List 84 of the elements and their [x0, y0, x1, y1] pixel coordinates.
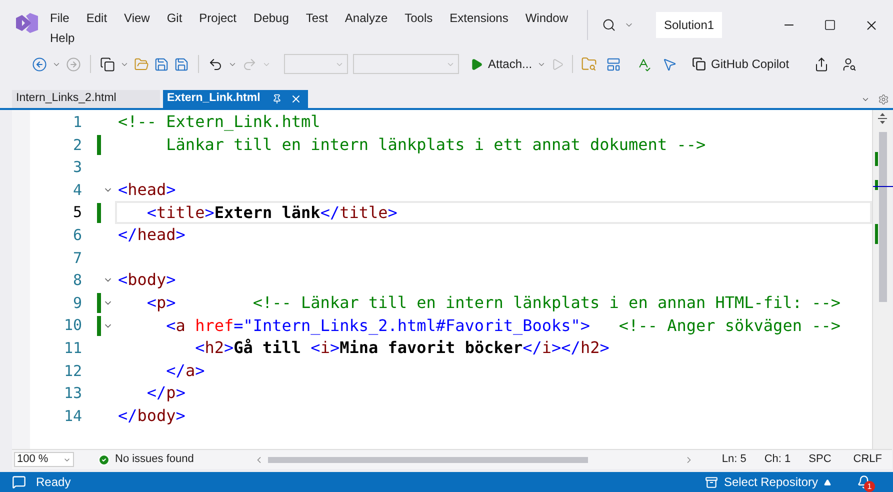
line-number: 14	[62, 406, 82, 427]
status-text: Ready	[36, 474, 71, 491]
whitespace-indicator[interactable]: SPC	[808, 451, 832, 468]
code-line: <!-- Extern_Link.html	[118, 112, 320, 132]
line-number: 12	[62, 360, 82, 382]
change-marker	[875, 180, 878, 190]
check-icon	[98, 454, 110, 466]
menu-item[interactable]: Test	[306, 10, 328, 26]
copilot-button[interactable]: GitHub Copilot	[692, 55, 790, 73]
back-icon[interactable]	[32, 56, 47, 72]
code-line: Länkar till en intern länkplats i ett annat dokument -->	[165, 134, 706, 155]
code-line: <p> <!-- Länkar till en intern länkplats i en annan HTML-fil: -->	[146, 293, 840, 314]
line-number: 13	[62, 383, 82, 404]
code-line: </p>	[146, 383, 186, 404]
zoom-dropdown[interactable]: 100 %	[14, 452, 74, 467]
line-number: 8	[72, 270, 82, 292]
change-marker	[875, 224, 878, 244]
column-indicator: Ch: 1	[764, 452, 791, 468]
new-item-icon[interactable]	[100, 56, 115, 72]
line-number: 3	[72, 157, 82, 178]
code-line: <head>	[118, 180, 176, 200]
menu-item[interactable]: Analyze	[344, 10, 388, 26]
file-tab[interactable]: Intern_Links_2.html	[12, 90, 160, 108]
line-number: 9	[72, 292, 82, 314]
select-repository-button[interactable]: Select Repository	[704, 473, 831, 491]
code-line: <title>Extern länk</title>	[146, 202, 398, 223]
pointer-icon[interactable]	[662, 56, 678, 72]
code-line: <a href="Intern_Links_2.html#Favorit_Books"> <!-- Anger sökvägen -->	[165, 316, 840, 336]
solution-name: Solution1	[656, 12, 722, 38]
undo-icon[interactable]	[208, 56, 223, 72]
vertical-scrollbar[interactable]	[872, 110, 892, 449]
save-all-icon[interactable]	[174, 56, 189, 72]
pin-icon[interactable]	[272, 94, 282, 104]
save-icon[interactable]	[154, 56, 169, 72]
code-line: </head>	[118, 225, 186, 246]
caret-position-marker	[873, 186, 893, 187]
menu-item[interactable]: Edit	[86, 10, 108, 26]
menu-item[interactable]: View	[124, 10, 150, 26]
notification-icon[interactable]	[857, 475, 871, 489]
line-number: 2	[72, 134, 82, 156]
repository-icon	[704, 476, 718, 488]
issues-status[interactable]: No issues found	[115, 451, 194, 468]
app-logo-icon	[14, 11, 40, 35]
caret-icon	[824, 478, 831, 486]
menu-item[interactable]: File	[50, 10, 70, 26]
menu-item[interactable]: Tools	[404, 10, 433, 26]
code-line: <h2>Gå till <i>Mina favorit böcker</i></h2>	[194, 338, 610, 358]
line-ending-indicator[interactable]: CRLF	[853, 451, 882, 468]
menu-item[interactable]: Project	[199, 10, 237, 26]
scroll-thumb[interactable]	[879, 132, 887, 302]
attach-button[interactable]: Attach...	[470, 55, 532, 73]
menu-item[interactable]: Git	[166, 10, 182, 26]
search-icon[interactable]	[602, 18, 616, 32]
line-number: 11	[62, 338, 82, 359]
line-number: 1	[72, 112, 82, 134]
caret-icon[interactable]	[861, 95, 870, 104]
change-marker	[875, 152, 878, 166]
code-line: </body>	[118, 406, 186, 426]
notification-badge: 1	[864, 481, 875, 492]
copilot-icon	[692, 57, 706, 71]
line-number: 7	[72, 248, 82, 269]
line-indicator: Ln: 5	[722, 452, 746, 468]
folder-icon[interactable]	[134, 56, 149, 72]
close-tab-icon[interactable]	[290, 93, 302, 105]
line-number: 6	[72, 225, 82, 246]
code-line: </a>	[165, 360, 205, 381]
file-tab[interactable]: Extern_Link.html	[163, 90, 308, 108]
split-icon[interactable]	[878, 113, 887, 124]
user-search-icon[interactable]	[842, 56, 858, 72]
menu-item[interactable]: Help	[50, 30, 75, 46]
folder-search-icon[interactable]	[581, 56, 598, 72]
share-icon[interactable]	[814, 56, 830, 72]
settings-icon[interactable]	[878, 94, 889, 105]
menu-item[interactable]: Window	[525, 10, 568, 26]
maximize-icon[interactable]	[824, 19, 836, 31]
window-icon[interactable]	[606, 56, 622, 72]
menu-item[interactable]: Extensions	[450, 10, 508, 26]
line-number: 4	[72, 180, 82, 201]
code-line: <body>	[118, 270, 176, 290]
menu-item[interactable]: Debug	[254, 10, 289, 26]
play-icon	[470, 58, 483, 70]
message-icon[interactable]	[12, 475, 26, 489]
line-number: 10	[62, 315, 82, 336]
line-number: 5	[72, 202, 82, 224]
